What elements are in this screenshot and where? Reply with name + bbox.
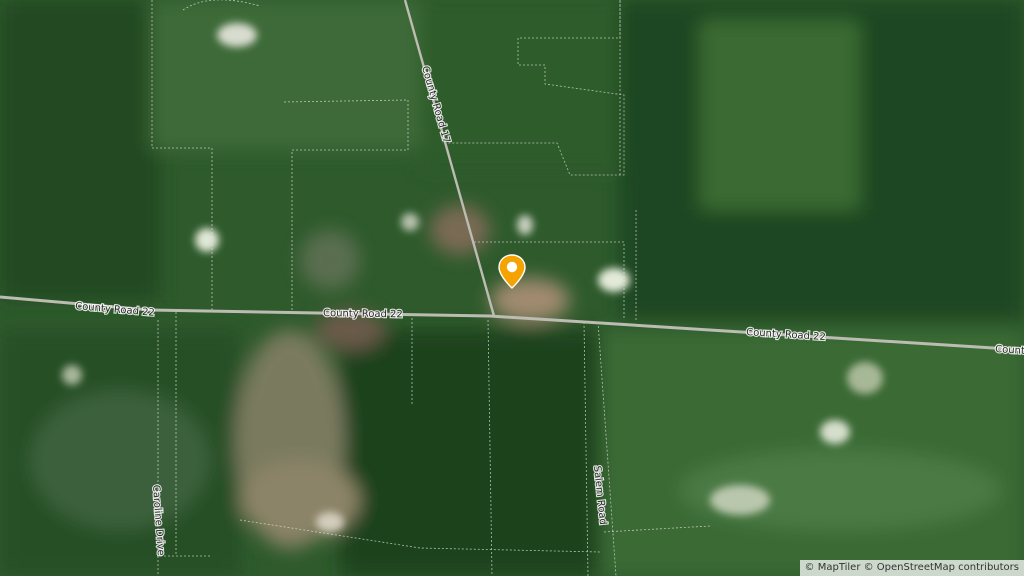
map-pin-icon[interactable] <box>497 254 527 290</box>
road-label-county-road-22: County Road 22 <box>323 308 403 320</box>
map-attribution[interactable]: © MapTiler © OpenStreetMap contributors <box>799 560 1024 576</box>
map-view[interactable]: County Road 22 County Road 22 County Roa… <box>0 0 1024 576</box>
road-label-county-road-22: Count <box>995 344 1024 357</box>
